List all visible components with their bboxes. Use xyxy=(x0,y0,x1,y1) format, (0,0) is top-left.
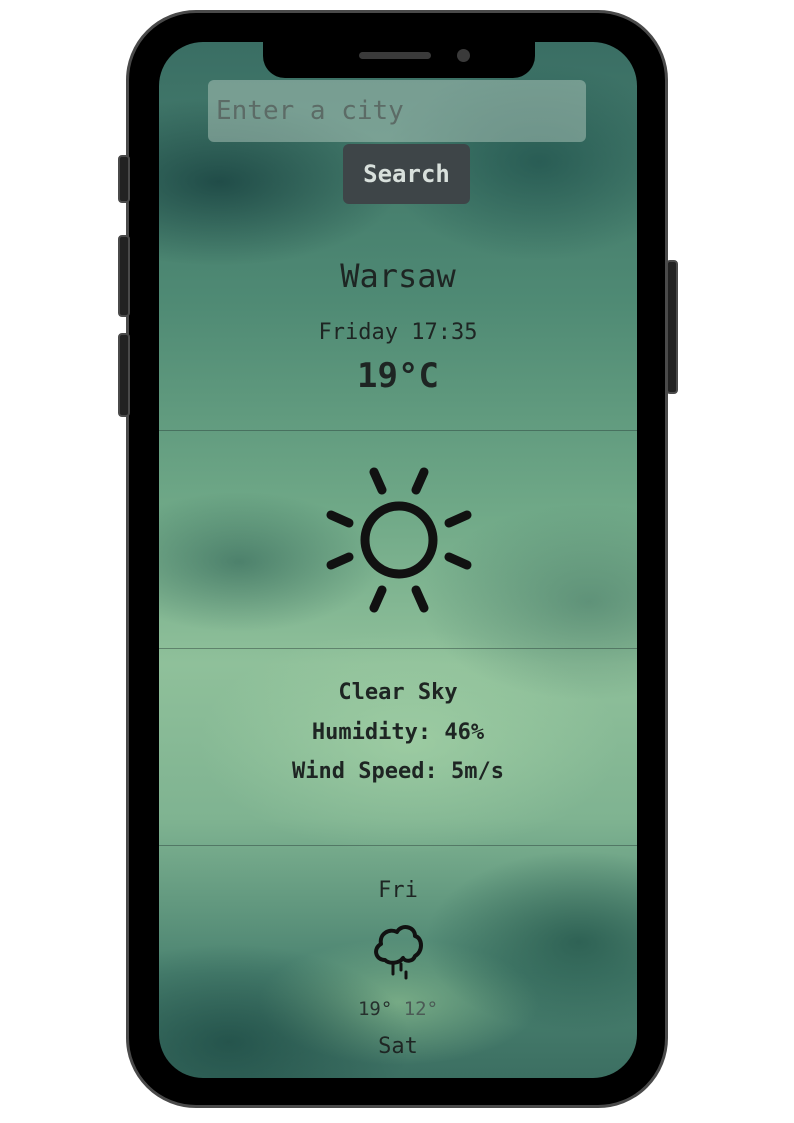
front-camera xyxy=(457,49,470,62)
search-button[interactable]: Search xyxy=(343,144,470,204)
humidity-value: Humidity: 46% xyxy=(311,720,485,745)
current-temperature: 19°C xyxy=(357,356,439,396)
power-button xyxy=(666,260,678,394)
volume-up-button xyxy=(118,235,130,317)
forecast-temps: 19° 12° xyxy=(159,998,637,1020)
divider xyxy=(159,648,637,649)
rain-cloud-icon xyxy=(371,922,425,982)
notch xyxy=(263,42,535,78)
forecast-day-label: Sat xyxy=(378,1034,418,1059)
speaker-grill xyxy=(359,52,431,59)
divider xyxy=(159,845,637,846)
forecast-min-temp: 12° xyxy=(403,998,439,1020)
weather-description: Clear Sky xyxy=(338,680,458,705)
forecast-max-temp: 19° xyxy=(357,998,393,1020)
sun-icon xyxy=(319,460,479,620)
city-name: Warsaw xyxy=(340,257,456,295)
forecast-day-label: Fri xyxy=(378,878,418,903)
divider xyxy=(159,430,637,431)
city-search-input[interactable] xyxy=(208,80,586,142)
date-time: Friday 17:35 xyxy=(318,320,478,345)
phone-screen: Search Warsaw Friday 17:35 19°C Clear Sk… xyxy=(159,42,637,1078)
wind-speed-value: Wind Speed: 5m/s xyxy=(292,759,504,784)
volume-down-button xyxy=(118,333,130,417)
silent-switch xyxy=(118,155,130,203)
